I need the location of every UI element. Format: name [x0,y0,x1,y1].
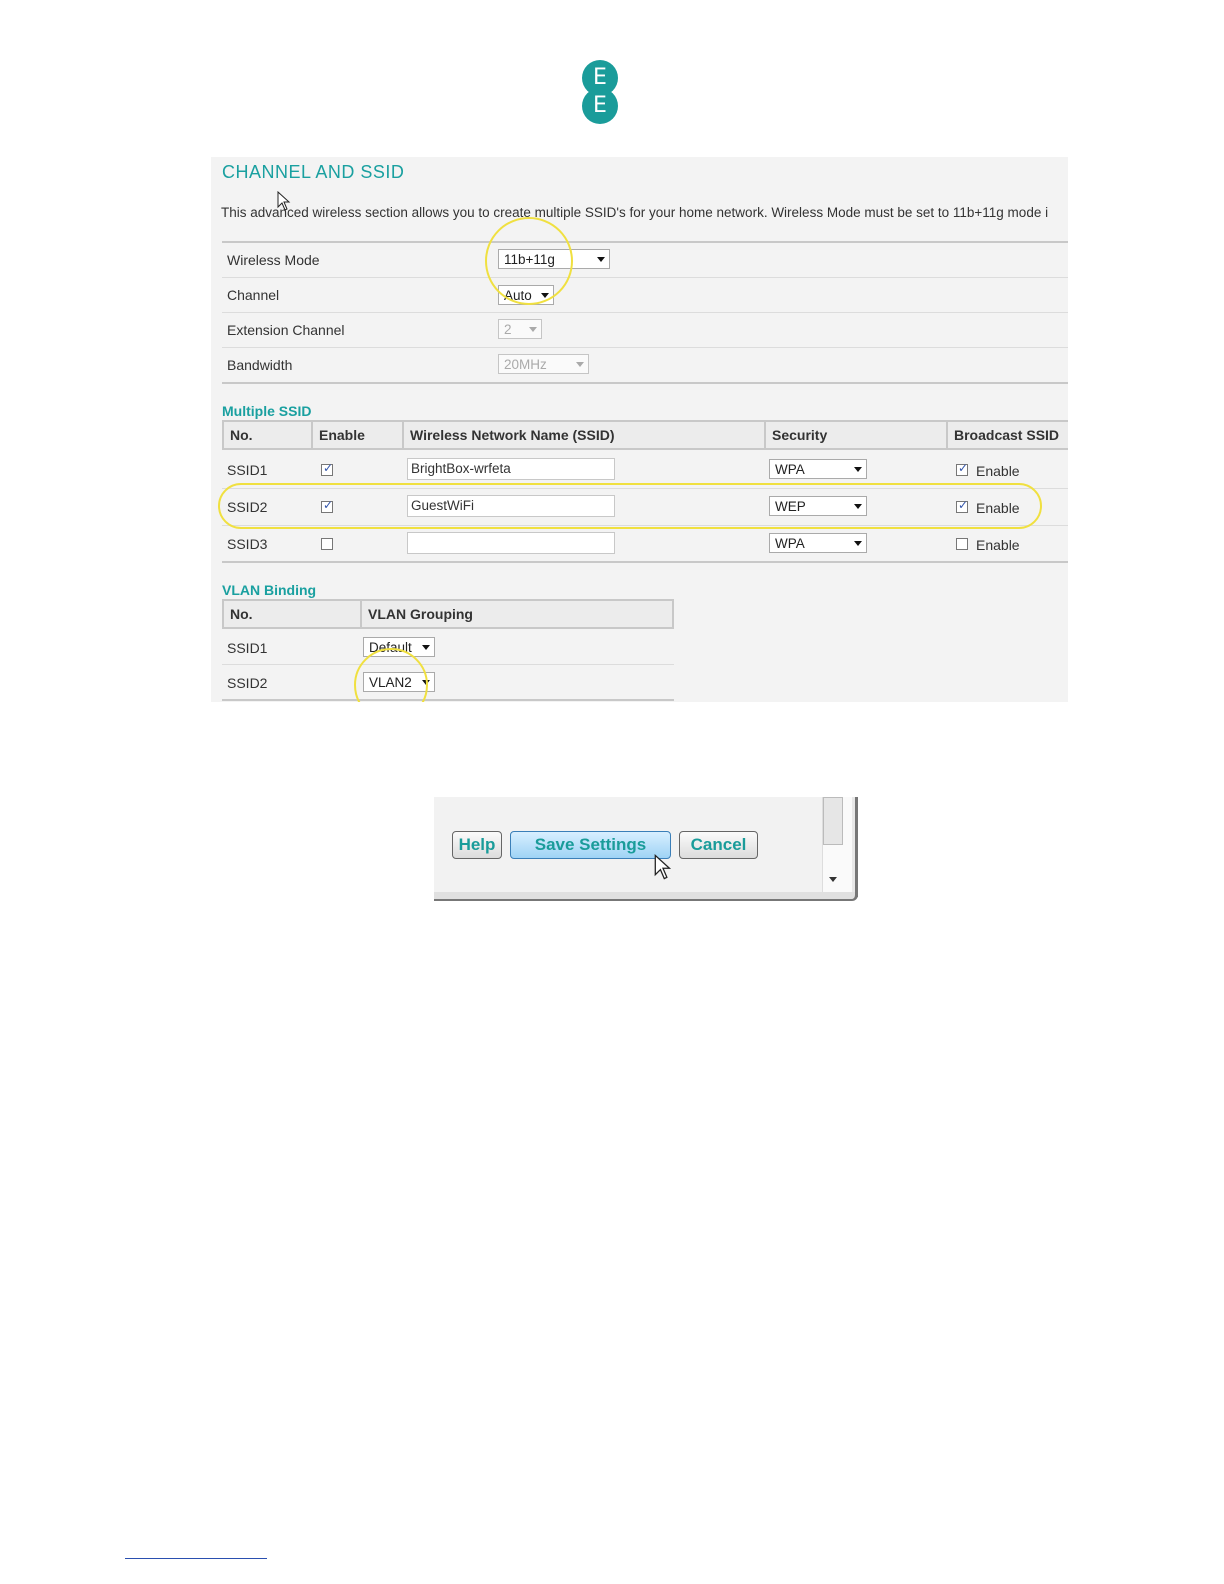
chevron-down-icon [422,645,430,650]
check-icon: ✓ [323,461,334,475]
ssid1-enable-checkbox[interactable]: ✓ [321,461,334,476]
ssid-table-header: No. Enable Wireless Network Name (SSID) … [222,420,1068,450]
highlight-oval [218,483,1042,529]
footer-rule [125,1558,267,1559]
vlan-row-ssid2-no: SSID2 [227,675,268,691]
column-header: No. [230,427,253,443]
channel-ssid-panel: CHANNEL AND SSID This advanced wireless … [211,157,1068,702]
chevron-down-icon [854,467,862,472]
divider [222,347,1068,348]
multiple-ssid-heading: Multiple SSID [222,403,312,419]
chevron-down-icon [597,257,605,262]
scrollbar[interactable] [822,797,853,892]
ssid1-name-input[interactable]: BrightBox-wrfeta [407,458,615,480]
bandwidth-select[interactable]: 20MHz [498,354,589,374]
ssid3-security-select[interactable]: WPA [769,533,867,553]
ee-logo: E E [582,60,618,124]
column-header: Wireless Network Name (SSID) [402,422,764,448]
ssid1-security-value: WPA [775,462,805,477]
divider [222,241,1068,243]
check-icon: ✓ [958,461,969,475]
column-header: Enable [311,422,402,448]
mouse-pointer-icon [654,853,672,880]
ssid1-broadcast-checkbox[interactable]: ✓ [956,461,969,476]
bandwidth-value: 20MHz [504,357,547,372]
action-button-panel: Help Save Settings Cancel [434,797,860,907]
ssid1-broadcast-label: Enable [976,463,1020,479]
divider [222,382,1068,384]
column-header: VLAN Grouping [360,601,672,627]
window-frame-right [852,797,858,897]
page-title: CHANNEL AND SSID [222,162,405,182]
column-header: No. [230,606,253,622]
vlan-table-header: No. VLAN Grouping [222,599,674,629]
ssid3-enable-checkbox[interactable] [321,538,333,550]
page-description: This advanced wireless section allows yo… [221,205,1049,220]
divider [222,312,1068,313]
ssid3-broadcast-label: Enable [976,537,1020,553]
save-settings-button[interactable]: Save Settings [510,831,671,859]
ssid3-security-value: WPA [775,536,805,551]
extension-channel-label: Extension Channel [227,322,345,338]
scrollbar-thumb[interactable] [823,797,843,845]
divider [222,561,1068,563]
divider [222,277,1068,278]
mouse-pointer-icon [277,191,291,211]
bandwidth-label: Bandwidth [227,357,293,373]
table-row-ssid3-no: SSID3 [227,536,268,552]
channel-label: Channel [227,287,280,303]
chevron-down-icon [529,327,537,332]
ssid1-security-select[interactable]: WPA [769,459,867,479]
help-button[interactable]: Help [452,831,502,859]
divider [222,664,674,665]
extension-channel-select[interactable]: 2 [498,319,542,339]
cancel-button[interactable]: Cancel [679,831,758,859]
table-row-ssid1-no: SSID1 [227,462,268,478]
chevron-down-icon [854,541,862,546]
ssid3-name-input[interactable] [407,532,615,554]
extension-channel-value: 2 [504,322,512,337]
column-header: Security [764,422,946,448]
divider [222,699,674,701]
ssid3-broadcast-checkbox[interactable] [956,538,968,550]
vlan-row-ssid1-no: SSID1 [227,640,268,656]
chevron-down-icon [576,362,584,367]
vlan-binding-heading: VLAN Binding [222,582,317,598]
window-frame-bottom [434,892,858,901]
highlight-circle [485,217,573,305]
logo-letter-bottom: E [582,88,618,124]
column-header: Broadcast SSID [946,422,1068,448]
wireless-mode-label: Wireless Mode [227,252,320,268]
chevron-down-icon[interactable] [829,877,837,882]
